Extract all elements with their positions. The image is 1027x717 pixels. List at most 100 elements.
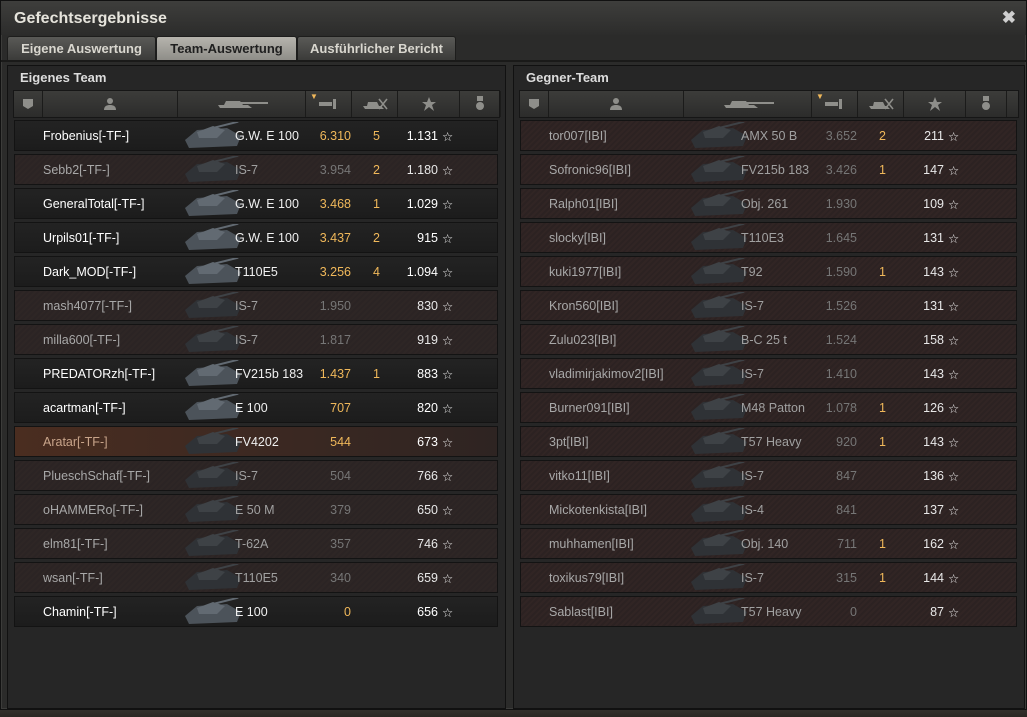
- tab-ausfuehrlicher-bericht[interactable]: Ausführlicher Bericht: [297, 36, 456, 61]
- tank-name: IS-7: [235, 299, 258, 313]
- damage-value: 504: [330, 469, 351, 483]
- close-icon[interactable]: ✖: [1002, 8, 1016, 28]
- header-tank-column[interactable]: [178, 91, 306, 117]
- xp-star-icon: ☆: [442, 606, 454, 620]
- damage-value: 544: [330, 435, 351, 449]
- tank-name: FV215b 183: [741, 163, 810, 177]
- xp-star-icon: ☆: [442, 368, 454, 382]
- kills-value: 1: [879, 163, 886, 177]
- kills-icon: [866, 97, 896, 111]
- player-row[interactable]: vitko11[IBI] IS-7 847 136 ☆: [520, 460, 1017, 491]
- damage-value: 1.930: [825, 197, 857, 211]
- xp-value: 158: [923, 333, 944, 347]
- tank-name: IS-7: [741, 299, 764, 313]
- xp-star-icon: ☆: [442, 130, 454, 144]
- rank-icon: [21, 97, 35, 111]
- header-player-column[interactable]: [549, 91, 684, 117]
- damage-value: 315: [836, 571, 857, 585]
- player-row[interactable]: elm81[-TF-] T-62A 357 746 ☆: [14, 528, 498, 559]
- tank-icon: [183, 393, 243, 422]
- player-icon: [103, 97, 117, 111]
- xp-value: 87: [930, 605, 944, 619]
- kills-icon: [360, 97, 390, 111]
- title-bar[interactable]: Gefechtsergebnisse ✖: [1, 1, 1026, 35]
- player-icon: [609, 97, 623, 111]
- player-name: slocky[IBI]: [549, 231, 606, 245]
- damage-value: 3.954: [319, 163, 351, 177]
- player-row[interactable]: vladimirjakimov2[IBI] IS-7 1.410 143 ☆: [520, 358, 1017, 389]
- tank-icon: [183, 121, 243, 150]
- header-kills-column[interactable]: [858, 91, 904, 117]
- player-row[interactable]: Sablast[IBI] T57 Heavy 0 87 ☆: [520, 596, 1017, 627]
- player-row[interactable]: oHAMMERo[-TF-] E 50 M 379 650 ☆: [14, 494, 498, 525]
- header-medal-column[interactable]: [460, 91, 501, 117]
- player-name: Dark_MOD[-TF-]: [43, 265, 137, 279]
- xp-value: 137: [923, 503, 944, 517]
- player-row[interactable]: Chamin[-TF-] E 100 0 656 ☆: [14, 596, 498, 627]
- xp-star-icon: ☆: [948, 334, 960, 348]
- player-row[interactable]: Frobenius[-TF-] G.W. E 100 6.310 5 1.131 ☆: [14, 120, 498, 151]
- medal-icon: [980, 96, 992, 112]
- tank-name: T-62A: [235, 537, 269, 551]
- header-rank-column[interactable]: [14, 91, 43, 117]
- tank-name: M48 Patton: [741, 401, 805, 415]
- header-rank-column[interactable]: [520, 91, 549, 117]
- player-row[interactable]: Urpils01[-TF-] G.W. E 100 3.437 2 915 ☆: [14, 222, 498, 253]
- damage-value: 841: [836, 503, 857, 517]
- tank-icon: [183, 155, 243, 184]
- player-row[interactable]: Sebb2[-TF-] IS-7 3.954 2 1.180 ☆: [14, 154, 498, 185]
- player-row[interactable]: slocky[IBI] T110E3 1.645 131 ☆: [520, 222, 1017, 253]
- tank-icon: [689, 461, 749, 490]
- player-row[interactable]: wsan[-TF-] T110E5 340 659 ☆: [14, 562, 498, 593]
- player-row[interactable]: Kron560[IBI] IS-7 1.526 131 ☆: [520, 290, 1017, 321]
- header-medal-column[interactable]: [966, 91, 1007, 117]
- xp-value: 211: [924, 129, 944, 143]
- player-row[interactable]: Burner091[IBI] M48 Patton 1.078 1 126 ☆: [520, 392, 1017, 423]
- kills-value: 1: [879, 571, 886, 585]
- player-row[interactable]: Zulu023[IBI] B-C 25 t 1.524 158 ☆: [520, 324, 1017, 355]
- player-row[interactable]: acartman[-TF-] E 100 707 820 ☆: [14, 392, 498, 423]
- player-row[interactable]: toxikus79[IBI] IS-7 315 1 144 ☆: [520, 562, 1017, 593]
- header-xp-star-column[interactable]: [398, 91, 460, 117]
- xp-value: 162: [923, 537, 944, 551]
- xp-star-icon: ☆: [442, 470, 454, 484]
- player-row[interactable]: PlueschSchaf[-TF-] IS-7 504 766 ☆: [14, 460, 498, 491]
- player-row[interactable]: Ralph01[IBI] Obj. 261 1.930 109 ☆: [520, 188, 1017, 219]
- player-row[interactable]: Aratar[-TF-] FV4202 544 673 ☆: [14, 426, 498, 457]
- tank-name: IS-7: [741, 571, 764, 585]
- player-row[interactable]: Mickotenkista[IBI] IS-4 841 137 ☆: [520, 494, 1017, 525]
- xp-star-icon: ☆: [442, 504, 454, 518]
- player-name: vladimirjakimov2[IBI]: [549, 367, 664, 381]
- tank-name: T110E5: [235, 571, 278, 585]
- player-row[interactable]: Sofronic96[IBI] FV215b 183 3.426 1 147 ☆: [520, 154, 1017, 185]
- player-row[interactable]: PREDATORzh[-TF-] FV215b 183 1.437 1 883 ☆: [14, 358, 498, 389]
- header-player-column[interactable]: [43, 91, 178, 117]
- xp-value: 1.029: [406, 197, 438, 211]
- tab-team-auswertung[interactable]: Team-Auswertung: [156, 36, 297, 61]
- player-row[interactable]: GeneralTotal[-TF-] G.W. E 100 3.468 1 1.029 ☆: [14, 188, 498, 219]
- tank-icon: [214, 97, 270, 111]
- own-team-panel: Eigenes Team ▼ Frobenius[-TF-] G.W. E 100…: [7, 65, 506, 709]
- player-row[interactable]: Dark_MOD[-TF-] T110E5 3.256 4 1.094 ☆: [14, 256, 498, 287]
- player-row[interactable]: mash4077[-TF-] IS-7 1.950 830 ☆: [14, 290, 498, 321]
- header-kills-column[interactable]: [352, 91, 398, 117]
- xp-star-icon: ☆: [948, 164, 960, 178]
- xp-star-icon: ☆: [442, 334, 454, 348]
- header-tank-column[interactable]: [684, 91, 812, 117]
- player-name: PREDATORzh[-TF-]: [43, 367, 156, 381]
- tank-name: IS-7: [235, 469, 258, 483]
- tank-name: IS-7: [235, 333, 258, 347]
- player-row[interactable]: 3pt[IBI] T57 Heavy 920 1 143 ☆: [520, 426, 1017, 457]
- tab-eigene-auswertung[interactable]: Eigene Auswertung: [7, 36, 156, 61]
- tank-icon: [183, 529, 243, 558]
- tank-icon: [183, 563, 243, 592]
- player-row[interactable]: milla600[-TF-] IS-7 1.817 919 ☆: [14, 324, 498, 355]
- player-row[interactable]: kuki1977[IBI] T92 1.590 1 143 ☆: [520, 256, 1017, 287]
- xp-star-icon: ☆: [442, 164, 454, 178]
- player-row[interactable]: muhhamen[IBI] Obj. 140 711 1 162 ☆: [520, 528, 1017, 559]
- player-name: kuki1977[IBI]: [549, 265, 622, 279]
- damage-value: 3.652: [825, 129, 857, 143]
- player-name: Urpils01[-TF-]: [43, 231, 120, 245]
- player-row[interactable]: tor007[IBI] AMX 50 B 3.652 2 211 ☆: [520, 120, 1017, 151]
- header-xp-star-column[interactable]: [904, 91, 966, 117]
